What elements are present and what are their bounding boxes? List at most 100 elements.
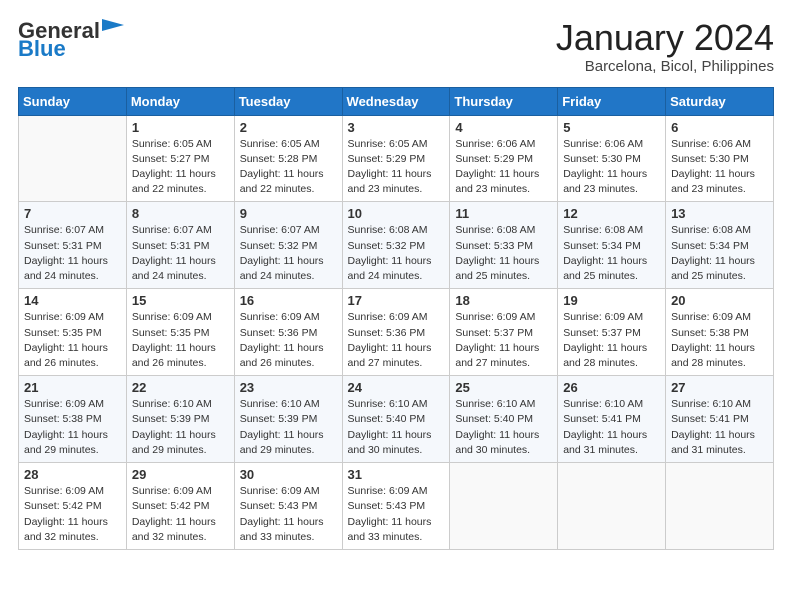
- day-cell: 15 Sunrise: 6:09 AMSunset: 5:35 PMDayligh…: [126, 289, 234, 376]
- day-number: 9: [240, 206, 337, 221]
- day-number: 20: [671, 293, 768, 308]
- day-number: 23: [240, 380, 337, 395]
- day-info: Sunrise: 6:08 AMSunset: 5:34 PMDaylight:…: [671, 223, 768, 284]
- day-header-sunday: Sunday: [19, 87, 127, 115]
- week-row-4: 21 Sunrise: 6:09 AMSunset: 5:38 PMDayligh…: [19, 376, 774, 463]
- day-cell: 28 Sunrise: 6:09 AMSunset: 5:42 PMDayligh…: [19, 463, 127, 550]
- day-info: Sunrise: 6:09 AMSunset: 5:42 PMDaylight:…: [132, 484, 229, 545]
- calendar-table: SundayMondayTuesdayWednesdayThursdayFrid…: [18, 87, 774, 550]
- day-number: 13: [671, 206, 768, 221]
- day-info: Sunrise: 6:09 AMSunset: 5:37 PMDaylight:…: [455, 310, 552, 371]
- day-number: 27: [671, 380, 768, 395]
- day-info: Sunrise: 6:09 AMSunset: 5:42 PMDaylight:…: [24, 484, 121, 545]
- day-cell: 6Sunrise: 6:06 AMSunset: 5:30 PMDaylight…: [666, 115, 774, 202]
- day-number: 15: [132, 293, 229, 308]
- day-cell: 12 Sunrise: 6:08 AMSunset: 5:34 PMDayligh…: [558, 202, 666, 289]
- day-info: Sunrise: 6:09 AMSunset: 5:38 PMDaylight:…: [671, 310, 768, 371]
- day-header-tuesday: Tuesday: [234, 87, 342, 115]
- day-cell: 5 Sunrise: 6:06 AMSunset: 5:30 PMDaylight…: [558, 115, 666, 202]
- day-number: 30: [240, 467, 337, 482]
- day-number: 28: [24, 467, 121, 482]
- week-row-5: 28 Sunrise: 6:09 AMSunset: 5:42 PMDayligh…: [19, 463, 774, 550]
- logo-flag-icon: [102, 19, 124, 37]
- day-number: 5: [563, 120, 660, 135]
- day-cell: 9 Sunrise: 6:07 AMSunset: 5:32 PMDaylight…: [234, 202, 342, 289]
- day-info: Sunrise: 6:10 AMSunset: 5:41 PMDaylight:…: [671, 397, 768, 458]
- day-info: Sunrise: 6:09 AMSunset: 5:35 PMDaylight:…: [132, 310, 229, 371]
- day-cell: 8 Sunrise: 6:07 AMSunset: 5:31 PMDaylight…: [126, 202, 234, 289]
- day-info: Sunrise: 6:10 AMSunset: 5:40 PMDaylight:…: [455, 397, 552, 458]
- day-number: 17: [348, 293, 445, 308]
- day-cell: 10 Sunrise: 6:08 AMSunset: 5:32 PMDayligh…: [342, 202, 450, 289]
- day-header-monday: Monday: [126, 87, 234, 115]
- logo-blue: Blue: [18, 36, 66, 62]
- day-number: 29: [132, 467, 229, 482]
- day-info: Sunrise: 6:09 AMSunset: 5:43 PMDaylight:…: [240, 484, 337, 545]
- day-info: Sunrise: 6:06 AMSunset: 5:30 PMDaylight:…: [563, 137, 660, 198]
- day-cell: 29 Sunrise: 6:09 AMSunset: 5:42 PMDayligh…: [126, 463, 234, 550]
- day-cell: 26 Sunrise: 6:10 AMSunset: 5:41 PMDayligh…: [558, 376, 666, 463]
- day-info: Sunrise: 6:07 AMSunset: 5:32 PMDaylight:…: [240, 223, 337, 284]
- day-cell: 24 Sunrise: 6:10 AMSunset: 5:40 PMDayligh…: [342, 376, 450, 463]
- day-number: 24: [348, 380, 445, 395]
- day-header-wednesday: Wednesday: [342, 87, 450, 115]
- day-header-thursday: Thursday: [450, 87, 558, 115]
- day-cell: 31 Sunrise: 6:09 AMSunset: 5:43 PMDayligh…: [342, 463, 450, 550]
- day-number: 11: [455, 206, 552, 221]
- week-row-2: 7 Sunrise: 6:07 AMSunset: 5:31 PMDaylight…: [19, 202, 774, 289]
- day-cell: 7 Sunrise: 6:07 AMSunset: 5:31 PMDaylight…: [19, 202, 127, 289]
- calendar-header: SundayMondayTuesdayWednesdayThursdayFrid…: [19, 87, 774, 115]
- page-header: General Blue January 2024 Barcelona, Bic…: [18, 18, 774, 75]
- day-info: Sunrise: 6:08 AMSunset: 5:32 PMDaylight:…: [348, 223, 445, 284]
- day-cell: 27 Sunrise: 6:10 AMSunset: 5:41 PMDayligh…: [666, 376, 774, 463]
- day-cell: 4Sunrise: 6:06 AMSunset: 5:29 PMDaylight…: [450, 115, 558, 202]
- day-info: Sunrise: 6:10 AMSunset: 5:40 PMDaylight:…: [348, 397, 445, 458]
- day-number: 21: [24, 380, 121, 395]
- day-cell: 1Sunrise: 6:05 AMSunset: 5:27 PMDaylight…: [126, 115, 234, 202]
- day-cell: [558, 463, 666, 550]
- day-cell: [19, 115, 127, 202]
- day-info: Sunrise: 6:08 AMSunset: 5:34 PMDaylight:…: [563, 223, 660, 284]
- day-number: 25: [455, 380, 552, 395]
- title-area: January 2024 Barcelona, Bicol, Philippin…: [556, 18, 774, 75]
- day-number: 2: [240, 120, 337, 135]
- day-cell: 25 Sunrise: 6:10 AMSunset: 5:40 PMDayligh…: [450, 376, 558, 463]
- day-cell: 11Sunrise: 6:08 AMSunset: 5:33 PMDayligh…: [450, 202, 558, 289]
- day-cell: 13 Sunrise: 6:08 AMSunset: 5:34 PMDayligh…: [666, 202, 774, 289]
- day-number: 16: [240, 293, 337, 308]
- day-info: Sunrise: 6:07 AMSunset: 5:31 PMDaylight:…: [24, 223, 121, 284]
- day-info: Sunrise: 6:10 AMSunset: 5:39 PMDaylight:…: [240, 397, 337, 458]
- day-number: 6: [671, 120, 768, 135]
- calendar-body: 1Sunrise: 6:05 AMSunset: 5:27 PMDaylight…: [19, 115, 774, 549]
- day-number: 18: [455, 293, 552, 308]
- day-cell: 17Sunrise: 6:09 AMSunset: 5:36 PMDayligh…: [342, 289, 450, 376]
- day-number: 26: [563, 380, 660, 395]
- day-info: Sunrise: 6:05 AMSunset: 5:29 PMDaylight:…: [348, 137, 445, 198]
- day-info: Sunrise: 6:07 AMSunset: 5:31 PMDaylight:…: [132, 223, 229, 284]
- day-cell: 16 Sunrise: 6:09 AMSunset: 5:36 PMDayligh…: [234, 289, 342, 376]
- day-number: 3: [348, 120, 445, 135]
- day-cell: 3 Sunrise: 6:05 AMSunset: 5:29 PMDaylight…: [342, 115, 450, 202]
- day-cell: 30 Sunrise: 6:09 AMSunset: 5:43 PMDayligh…: [234, 463, 342, 550]
- day-info: Sunrise: 6:09 AMSunset: 5:36 PMDaylight:…: [240, 310, 337, 371]
- day-number: 10: [348, 206, 445, 221]
- day-info: Sunrise: 6:09 AMSunset: 5:43 PMDaylight:…: [348, 484, 445, 545]
- day-number: 12: [563, 206, 660, 221]
- day-info: Sunrise: 6:10 AMSunset: 5:41 PMDaylight:…: [563, 397, 660, 458]
- day-info: Sunrise: 6:09 AMSunset: 5:37 PMDaylight:…: [563, 310, 660, 371]
- week-row-1: 1Sunrise: 6:05 AMSunset: 5:27 PMDaylight…: [19, 115, 774, 202]
- day-info: Sunrise: 6:09 AMSunset: 5:35 PMDaylight:…: [24, 310, 121, 371]
- day-number: 8: [132, 206, 229, 221]
- day-info: Sunrise: 6:05 AMSunset: 5:27 PMDaylight:…: [132, 137, 229, 198]
- day-cell: 14 Sunrise: 6:09 AMSunset: 5:35 PMDayligh…: [19, 289, 127, 376]
- day-number: 31: [348, 467, 445, 482]
- day-number: 22: [132, 380, 229, 395]
- day-number: 19: [563, 293, 660, 308]
- day-info: Sunrise: 6:09 AMSunset: 5:38 PMDaylight:…: [24, 397, 121, 458]
- day-number: 14: [24, 293, 121, 308]
- day-cell: 2Sunrise: 6:05 AMSunset: 5:28 PMDaylight…: [234, 115, 342, 202]
- day-info: Sunrise: 6:10 AMSunset: 5:39 PMDaylight:…: [132, 397, 229, 458]
- day-cell: 21 Sunrise: 6:09 AMSunset: 5:38 PMDayligh…: [19, 376, 127, 463]
- day-cell: 20 Sunrise: 6:09 AMSunset: 5:38 PMDayligh…: [666, 289, 774, 376]
- day-number: 7: [24, 206, 121, 221]
